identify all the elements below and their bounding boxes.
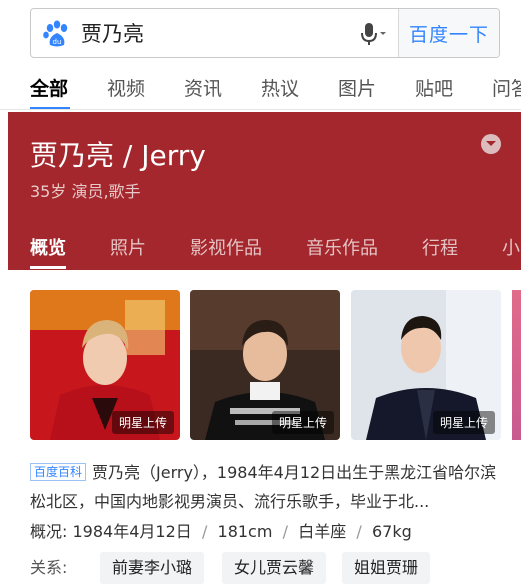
search-button[interactable]: 百度一下 (398, 9, 499, 57)
overview-label: 概况: (30, 522, 68, 541)
chevron-down-icon[interactable] (481, 134, 501, 154)
photo-1[interactable]: 明星上传 (30, 290, 180, 440)
photo-4-partial[interactable] (512, 290, 521, 440)
card-tab-schedule[interactable]: 行程 (422, 234, 458, 260)
nav-divider (0, 109, 521, 110)
baike-source-badge[interactable]: 百度百科 (30, 463, 87, 481)
card-tab-music[interactable]: 音乐作品 (306, 234, 378, 260)
person-description: 百度百科 贾乃亮（Jerry），1984年4月12日出生于黑龙江省哈尔滨松北区，中… (30, 458, 505, 516)
tab-images[interactable]: 图片 (338, 74, 376, 101)
baidu-paw-icon: du (43, 20, 68, 47)
photo-source-label: 明星上传 (111, 411, 174, 434)
tab-all[interactable]: 全部 (30, 74, 68, 101)
relation-chip[interactable]: 姐姐贾珊 (342, 552, 431, 584)
description-text: 贾乃亮（Jerry），1984年4月12日出生于黑龙江省哈尔滨松北区，中国内地影… (30, 463, 497, 511)
overview-weight: 67kg (371, 522, 412, 541)
microphone-icon[interactable] (360, 22, 388, 46)
card-tab-photos[interactable]: 照片 (110, 234, 146, 260)
svg-text:du: du (53, 38, 62, 46)
overview-height: 181cm (217, 522, 273, 541)
overview-line: 概况: 1984年4月12日 / 181cm / 白羊座 / 67kg (30, 522, 412, 541)
tab-video[interactable]: 视频 (107, 74, 145, 101)
card-tab-filmography[interactable]: 影视作品 (190, 234, 262, 260)
search-input[interactable] (81, 21, 321, 45)
overview-zodiac: 白羊座 (298, 522, 347, 541)
card-active-tab-indicator (30, 266, 66, 269)
search-bar: du 百度一下 (30, 8, 500, 58)
relation-chip[interactable]: 女儿贾云馨 (222, 552, 327, 584)
overview-birthday: 1984年4月12日 (72, 522, 192, 541)
relation-chip[interactable]: 前妻李小璐 (100, 552, 205, 584)
search-field-wrapper[interactable]: du (31, 9, 398, 57)
tab-tieba[interactable]: 贴吧 (415, 74, 453, 101)
card-tab-more[interactable]: 小 (502, 234, 520, 260)
result-type-tabs: 全部 视频 资讯 热议 图片 贴吧 问答 (0, 60, 521, 110)
person-meta: 35岁 演员,歌手 (30, 182, 141, 201)
tab-news[interactable]: 资讯 (184, 74, 222, 101)
person-card-header: 贾乃亮 / Jerry 35岁 演员,歌手 概览 照片 影视作品 音乐作品 行程… (8, 112, 521, 270)
photo-source-label: 明星上传 (271, 411, 334, 434)
photo-3[interactable]: 明星上传 (351, 290, 501, 440)
person-name[interactable]: 贾乃亮 / Jerry (30, 134, 206, 174)
tab-zhidao[interactable]: 问答 (492, 74, 521, 101)
tab-discussion[interactable]: 热议 (261, 74, 299, 101)
photo-2[interactable]: 明星上传 (190, 290, 340, 440)
photo-source-label: 明星上传 (432, 411, 495, 434)
relations-label: 关系: (30, 558, 68, 577)
card-tab-overview[interactable]: 概览 (30, 234, 66, 260)
